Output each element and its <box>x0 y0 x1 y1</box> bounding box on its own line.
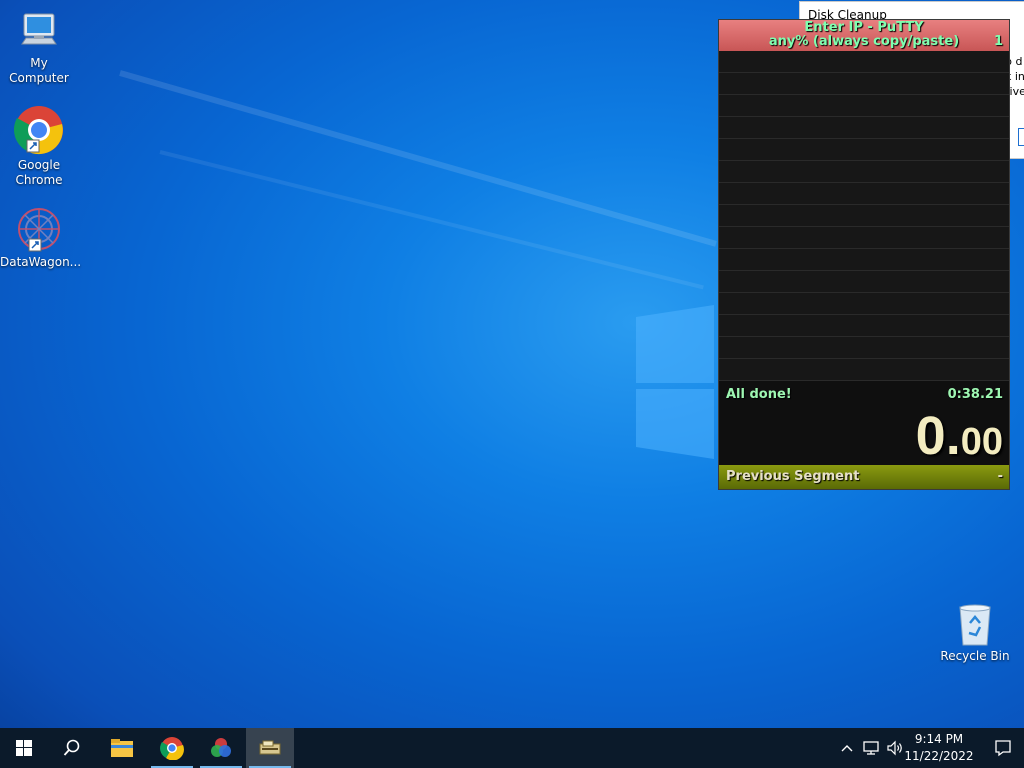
desktop-icon-label: Google Chrome <box>15 158 63 187</box>
taskbar-livesplit[interactable] <box>246 728 294 768</box>
checkbox[interactable] <box>1018 128 1024 146</box>
split-rows <box>719 51 1009 381</box>
action-center-button[interactable] <box>982 728 1024 768</box>
livesplit-header: Enter IP - PuTTY any% (always copy/paste… <box>719 20 1009 51</box>
taskbar-datawagon[interactable] <box>197 728 245 768</box>
chevron-up-icon <box>841 745 853 752</box>
datawagon-icon <box>18 208 60 252</box>
split-row <box>719 183 1009 205</box>
split-row <box>719 205 1009 227</box>
previous-segment-label: Previous Segment <box>726 469 860 484</box>
previous-segment-value: - <box>997 469 1003 484</box>
desktop-icon-label: Recycle Bin <box>940 649 1010 663</box>
chrome-icon <box>13 106 63 155</box>
split-status-label: All done! <box>726 387 792 402</box>
split-row <box>719 315 1009 337</box>
split-row <box>719 359 1009 381</box>
desktop-icon-my-computer[interactable]: My Computer <box>0 8 78 86</box>
clock-time: 9:14 PM <box>914 732 964 746</box>
livesplit-window[interactable]: Enter IP - PuTTY any% (always copy/paste… <box>718 19 1010 490</box>
split-row <box>719 95 1009 117</box>
computer-icon <box>21 13 57 45</box>
chrome-icon <box>160 737 184 760</box>
attempt-count: 1 <box>993 34 1003 49</box>
main-timer: 0.00 <box>916 405 1003 467</box>
taskbar-chrome[interactable] <box>148 728 196 768</box>
split-row <box>719 227 1009 249</box>
timer-decimals: 00 <box>960 421 1003 463</box>
split-row <box>719 139 1009 161</box>
taskbar: 9:14 PM 11/22/2022 <box>0 728 1024 768</box>
network-tray[interactable] <box>860 728 882 768</box>
clock-date: 11/22/2022 <box>904 749 974 763</box>
split-time: 0:38.21 <box>947 387 1003 402</box>
timer-main: 0. <box>915 406 961 466</box>
split-row <box>719 271 1009 293</box>
split-row <box>719 337 1009 359</box>
show-hidden-icons[interactable] <box>838 728 856 768</box>
taskbar-file-explorer[interactable] <box>98 728 146 768</box>
category-title: any% (always copy/paste) <box>768 34 960 49</box>
desktop-icon-label: DataWagon... <box>0 255 82 269</box>
previous-segment-bar: Previous Segment - <box>719 465 1009 489</box>
split-row <box>719 51 1009 73</box>
split-row <box>719 73 1009 95</box>
split-row <box>719 117 1009 139</box>
notification-icon <box>995 740 1011 757</box>
desktop-icon-recycle-bin[interactable]: Recycle Bin <box>936 603 1014 664</box>
recycle-bin-icon <box>959 604 991 646</box>
network-icon <box>863 741 879 755</box>
desktop-icon-datawagon[interactable]: DataWagon... <box>0 205 82 270</box>
file-explorer-icon <box>111 739 133 757</box>
start-icon <box>16 740 32 756</box>
search-button[interactable] <box>48 728 96 768</box>
search-icon <box>63 739 80 756</box>
livesplit-icon <box>259 740 281 755</box>
split-row <box>719 161 1009 183</box>
datawagon-icon <box>211 738 231 757</box>
desktop-icon-google-chrome[interactable]: Google Chrome <box>0 104 78 188</box>
split-row <box>719 293 1009 315</box>
split-row <box>719 249 1009 271</box>
desktop-icon-label: My Computer <box>9 56 69 85</box>
start-button[interactable] <box>0 728 48 768</box>
taskbar-clock[interactable]: 9:14 PM 11/22/2022 <box>896 731 982 765</box>
wallpaper-beam <box>119 70 717 247</box>
